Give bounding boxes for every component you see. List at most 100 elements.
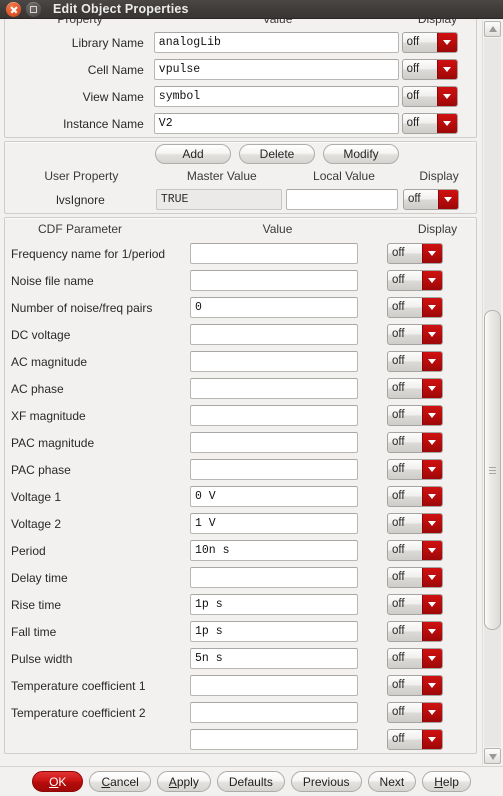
property-value-input[interactable]: symbol — [153, 86, 399, 107]
cdf-value-input[interactable]: 1p s — [190, 621, 358, 642]
chevron-down-icon[interactable] — [422, 514, 442, 533]
cdf-display-dropdown[interactable]: off — [387, 297, 443, 318]
apply-button[interactable]: Apply — [156, 771, 211, 792]
cdf-value-input[interactable]: 5n s — [190, 648, 358, 669]
display-dropdown[interactable]: off — [401, 59, 458, 80]
chevron-down-icon[interactable] — [436, 60, 457, 79]
chevron-down-icon[interactable] — [422, 703, 442, 722]
help-button[interactable]: Help — [422, 771, 471, 792]
ok-button[interactable]: OK — [32, 771, 84, 792]
cdf-display-dropdown[interactable]: off — [387, 702, 443, 723]
chevron-down-icon[interactable] — [422, 649, 442, 668]
chevron-down-icon[interactable] — [438, 190, 459, 209]
property-value-input[interactable]: vpulse — [153, 59, 399, 80]
cdf-display-dropdown[interactable]: off — [387, 648, 443, 669]
cdf-value-input[interactable] — [190, 378, 358, 399]
cdf-value-input[interactable] — [190, 324, 358, 345]
chevron-down-icon[interactable] — [422, 676, 442, 695]
maximize-icon[interactable] — [26, 1, 41, 17]
value-column-header: Value — [262, 19, 293, 26]
cdf-display-dropdown[interactable]: off — [387, 567, 443, 588]
scrollbar-thumb[interactable] — [484, 310, 501, 630]
cdf-display-dropdown[interactable]: off — [387, 729, 443, 750]
cdf-parameter-row: Voltage 2 1 V off — [5, 510, 476, 537]
cdf-value-input[interactable] — [190, 405, 358, 426]
user-display-dropdown[interactable]: off — [403, 189, 460, 210]
delete-button[interactable]: Delete — [239, 144, 315, 164]
cdf-value-input[interactable] — [190, 675, 358, 696]
cdf-display-dropdown[interactable]: off — [387, 621, 443, 642]
cdf-display-dropdown[interactable]: off — [387, 594, 443, 615]
previous-button[interactable]: Previous — [290, 771, 362, 792]
cdf-value-input[interactable]: 0 V — [190, 486, 358, 507]
next-button[interactable]: Next — [367, 771, 417, 792]
cdf-display-dropdown[interactable]: off — [387, 432, 443, 453]
cdf-parameter-row: Pulse width 5n s off — [5, 645, 476, 672]
cdf-display-dropdown[interactable]: off — [387, 540, 443, 561]
chevron-down-icon[interactable] — [436, 114, 457, 133]
cdf-display-dropdown[interactable]: off — [387, 378, 443, 399]
cdf-display-dropdown[interactable]: off — [387, 675, 443, 696]
cdf-parameter-label: Number of noise/freq pairs — [11, 300, 153, 315]
cdf-value-input[interactable] — [190, 702, 358, 723]
cdf-value-input[interactable] — [190, 432, 358, 453]
display-dropdown[interactable]: off — [401, 113, 458, 134]
property-value-input[interactable]: analogLib — [153, 32, 399, 53]
cancel-button[interactable]: Cancel — [89, 771, 151, 792]
cdf-display-dropdown[interactable]: off — [387, 324, 443, 345]
display-dropdown[interactable]: off — [401, 32, 458, 53]
cdf-display-dropdown[interactable]: off — [387, 459, 443, 480]
local-value-column-header: Local Value — [313, 169, 375, 183]
close-icon[interactable] — [6, 1, 21, 17]
chevron-down-icon[interactable] — [422, 406, 442, 425]
display-option-label: off — [392, 463, 405, 475]
cdf-display-dropdown[interactable]: off — [387, 513, 443, 534]
cdf-display-dropdown[interactable]: off — [387, 486, 443, 507]
chevron-down-icon[interactable] — [422, 298, 442, 317]
cdf-value-column-header: Value — [262, 222, 293, 236]
chevron-down-icon[interactable] — [436, 87, 457, 106]
cdf-value-input[interactable]: 1 V — [190, 513, 358, 534]
chevron-down-icon[interactable] — [422, 568, 442, 587]
chevron-down-icon[interactable] — [422, 325, 442, 344]
cdf-value-input[interactable]: 0 — [190, 297, 358, 318]
chevron-down-icon[interactable] — [422, 541, 442, 560]
display-dropdown[interactable]: off — [401, 86, 458, 107]
cdf-display-dropdown[interactable]: off — [387, 351, 443, 372]
display-option-label: off — [392, 706, 405, 718]
chevron-down-icon[interactable] — [422, 352, 442, 371]
cdf-value-input[interactable] — [190, 243, 358, 264]
chevron-down-icon[interactable] — [422, 379, 442, 398]
chevron-down-icon[interactable] — [422, 244, 442, 263]
chevron-down-icon[interactable] — [422, 730, 442, 749]
vertical-scrollbar[interactable] — [482, 20, 502, 765]
scroll-up-arrow-icon[interactable] — [484, 21, 501, 37]
cdf-value-input[interactable] — [190, 729, 358, 750]
cdf-value-input[interactable] — [190, 459, 358, 480]
cdf-display-dropdown[interactable]: off — [387, 270, 443, 291]
property-value-input[interactable]: V2 — [153, 113, 399, 134]
local-value-input[interactable] — [286, 189, 399, 210]
add-button[interactable]: Add — [155, 144, 231, 164]
cdf-parameter-label: AC phase — [11, 381, 64, 396]
chevron-down-icon[interactable] — [422, 433, 442, 452]
cdf-value-input[interactable] — [190, 567, 358, 588]
chevron-down-icon[interactable] — [422, 271, 442, 290]
cdf-display-dropdown[interactable]: off — [387, 243, 443, 264]
cdf-parameter-row: Fall time 1p s off — [5, 618, 476, 645]
chevron-down-icon[interactable] — [422, 487, 442, 506]
display-option-label: off — [392, 679, 405, 691]
cdf-value-input[interactable] — [190, 270, 358, 291]
cdf-display-dropdown[interactable]: off — [387, 405, 443, 426]
cdf-value-input[interactable]: 1p s — [190, 594, 358, 615]
chevron-down-icon[interactable] — [422, 595, 442, 614]
chevron-down-icon[interactable] — [436, 33, 457, 52]
chevron-down-icon[interactable] — [422, 460, 442, 479]
chevron-down-icon[interactable] — [422, 622, 442, 641]
cdf-parameter-column-header: CDF Parameter — [37, 222, 123, 236]
defaults-button[interactable]: Defaults — [216, 771, 285, 792]
cdf-value-input[interactable] — [190, 351, 358, 372]
cdf-value-input[interactable]: 10n s — [190, 540, 358, 561]
scroll-down-arrow-icon[interactable] — [484, 748, 501, 764]
modify-button[interactable]: Modify — [323, 144, 399, 164]
